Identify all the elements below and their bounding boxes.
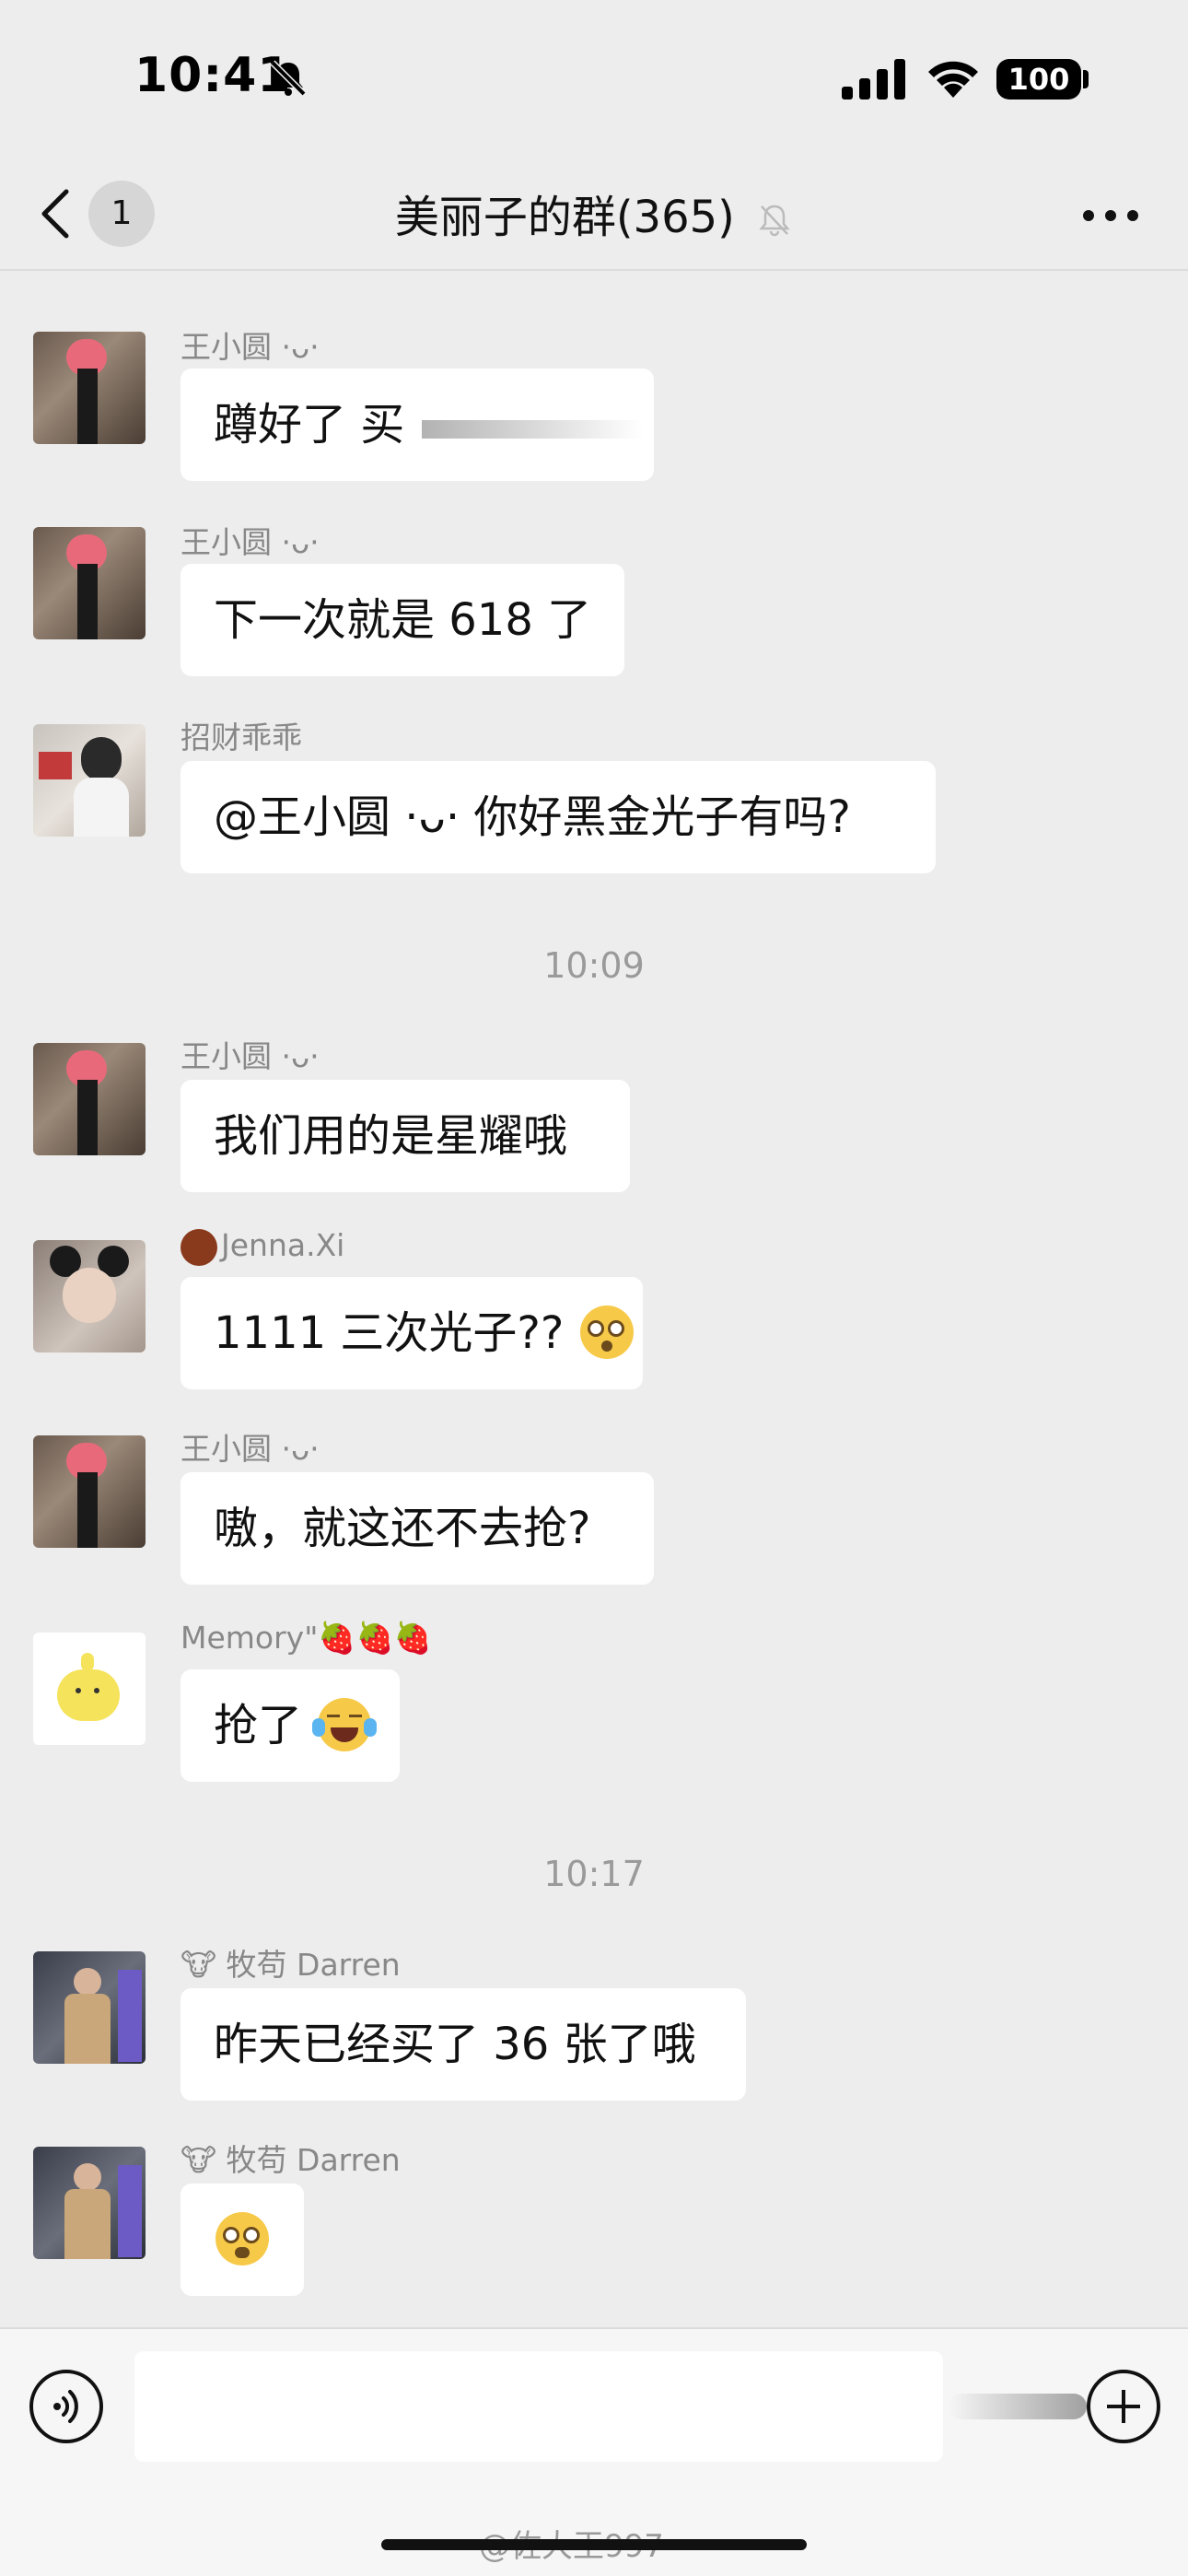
message-bubble[interactable] [181,2184,304,2296]
plus-icon[interactable] [1087,2370,1160,2443]
sender-name: Memory"🍓🍓🍓 [181,1620,432,1656]
message-text: 抢了 [214,1700,303,1751]
battery-tip [1083,70,1089,88]
avatar[interactable] [33,2147,146,2259]
bell-slash-icon [759,205,790,237]
message-text: 1111 三次光子?? [214,1307,565,1359]
voice-button[interactable] [29,2370,103,2443]
message-bubble[interactable]: 1111 三次光子?? [181,1277,643,1389]
flushed-emoji-icon [579,1306,634,1359]
signal-icon [842,59,905,100]
smear-overlay [422,420,643,439]
message-bubble[interactable]: @王小圆 ·ᴗ· 你好黑金光子有吗? [181,761,936,873]
sender-name: 🐮 牧苟 Darren [181,2142,401,2178]
sender-avatar-icon [181,1228,217,1266]
sender-name: 王小圆 ·ᴗ· [181,1038,320,1074]
avatar[interactable] [33,724,146,837]
status-bar: 10:41 100 [0,0,1188,157]
smear-overlay [949,2394,1087,2419]
message-text: 我们用的是星耀哦 [214,1110,568,1162]
message-bubble[interactable]: 抢了 [181,1669,400,1782]
sender-name: 招财乖乖 [181,720,302,755]
voice-icon [53,2390,78,2423]
avatar[interactable] [33,527,146,639]
message-text: 昨天已经买了 36 张了哦 [214,2019,696,2070]
sender-name: 🐮 牧苟 Darren [181,1947,401,1983]
avatar[interactable] [33,1240,146,1352]
sender-name: 王小圆 ·ᴗ· [181,329,320,365]
more-button[interactable] [1077,192,1144,238]
sender-name: 王小圆 ·ᴗ· [181,1431,320,1467]
sender-name: 王小圆 ·ᴗ· [181,524,320,560]
chat-title: 美丽子的群(365) [0,181,1188,245]
message-text: @王小圆 ·ᴗ· 你好黑金光子有吗? [214,791,851,843]
avatar[interactable] [33,332,146,444]
avatar[interactable] [33,1633,146,1745]
laughing-tears-emoji-icon [312,1698,378,1751]
more-dot [1127,210,1138,221]
message-bubble[interactable]: 下一次就是 618 了 [181,564,624,676]
message-text: 下一次就是 618 了 [214,594,592,646]
avatar[interactable] [33,1435,146,1548]
nav-bar: 1 美丽子的群(365) [0,157,1188,271]
timestamp: 10:17 [543,1854,645,1894]
message-text: 蹲好了 买 [214,399,405,451]
home-indicator[interactable] [381,2539,807,2550]
sender-name-text: Jenna.Xi [221,1227,345,1263]
more-dots-icon [1083,210,1094,221]
avatar[interactable] [33,1043,146,1155]
message-input[interactable] [134,2351,943,2462]
message-bubble[interactable]: 嗷，就这还不去抢? [181,1472,654,1585]
chat-title-text: 美丽子的群(365) [394,192,735,243]
avatar[interactable] [33,1951,146,2064]
monocle-face-emoji-icon [215,2212,269,2266]
bell-slash-icon [270,60,307,97]
battery-indicator: 100 [996,59,1081,100]
sender-name: Jenna.Xi [181,1227,344,1266]
message-bubble[interactable]: 我们用的是星耀哦 [181,1080,630,1192]
timestamp: 10:09 [543,945,645,986]
wifi-icon [928,61,978,98]
message-text: 嗷，就这还不去抢? [214,1503,591,1554]
more-dot [1105,210,1116,221]
message-bubble[interactable]: 昨天已经买了 36 张了哦 [181,1988,746,2101]
